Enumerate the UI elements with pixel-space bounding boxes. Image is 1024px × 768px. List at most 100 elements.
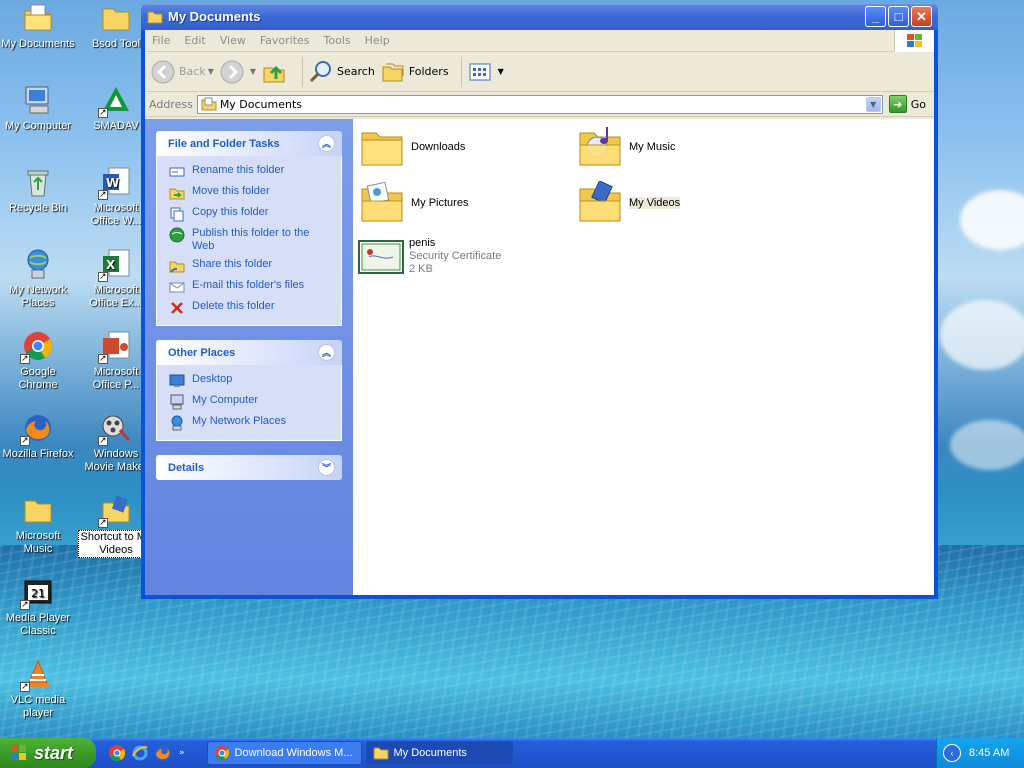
menu-file[interactable]: File xyxy=(145,34,177,47)
folder-icon xyxy=(100,2,132,34)
panel-title: Details xyxy=(168,461,205,474)
task-label: Download Windows M... xyxy=(234,747,353,759)
menu-view[interactable]: View xyxy=(213,34,253,47)
forward-dropdown-icon[interactable]: ▼ xyxy=(250,67,256,76)
close-button[interactable]: ✕ xyxy=(911,6,932,27)
file-item-my-pictures[interactable]: My Pictures xyxy=(359,181,468,225)
back-button[interactable]: Back ▼ xyxy=(151,60,214,84)
task-delete-folder[interactable]: Delete this folder xyxy=(169,300,333,316)
desktop-icon-label: Recycle Bin xyxy=(8,202,68,214)
file-item-my-videos[interactable]: My Videos xyxy=(577,180,681,225)
maximize-button[interactable]: □ xyxy=(888,6,909,27)
panel-header[interactable]: File and Folder Tasks ︽ xyxy=(156,131,342,156)
system-tray: ‹ 8:45 AM xyxy=(936,738,1024,768)
go-label: Go xyxy=(910,97,926,111)
task-publish-web[interactable]: Publish this folder to the Web xyxy=(169,227,333,253)
desktop-icon-microsoft-music[interactable]: Microsoft Music xyxy=(0,494,76,556)
file-item-my-music[interactable]: My Music xyxy=(577,125,675,169)
publish-web-icon xyxy=(169,227,185,243)
svg-text:W: W xyxy=(106,176,119,190)
back-dropdown-icon[interactable]: ▼ xyxy=(208,67,214,76)
place-my-computer[interactable]: My Computer xyxy=(169,394,333,410)
go-button[interactable]: ➜ Go xyxy=(888,95,926,113)
menu-edit[interactable]: Edit xyxy=(177,34,212,47)
menu-tools[interactable]: Tools xyxy=(317,34,358,47)
taskbar-item-chrome[interactable]: Download Windows M... xyxy=(206,741,362,765)
desktop-icon-label: Mozilla Firefox xyxy=(2,448,74,460)
task-copy-folder[interactable]: Copy this folder xyxy=(169,206,333,222)
powerpoint-icon xyxy=(98,330,132,365)
desktop-icon-recycle-bin[interactable]: Recycle Bin xyxy=(0,166,76,215)
panel-header[interactable]: Details ︾ xyxy=(156,455,342,480)
desktop-icon-label: My Documents xyxy=(1,38,75,50)
wallpaper-cloud xyxy=(960,190,1024,250)
firefox-icon xyxy=(20,412,54,447)
music-folder-icon xyxy=(577,125,625,169)
internet-explorer-icon[interactable] xyxy=(131,744,149,762)
desktop-icon-label: Media Player Classic xyxy=(5,612,71,637)
task-move-folder[interactable]: Move this folder xyxy=(169,185,333,201)
desktop-icon-my-documents[interactable]: My Documents xyxy=(0,2,76,51)
expand-chevron-icon[interactable]: ︾ xyxy=(318,459,335,476)
task-share-folder[interactable]: Share this folder xyxy=(169,258,333,274)
search-label: Search xyxy=(337,65,375,78)
desktop-icon-network-places[interactable]: My Network Places xyxy=(0,248,76,310)
panel-header[interactable]: Other Places ︽ xyxy=(156,340,342,365)
my-documents-icon xyxy=(201,97,217,111)
start-button[interactable]: start xyxy=(0,738,96,768)
back-label: Back xyxy=(179,65,206,78)
views-dropdown-icon[interactable]: ▼ xyxy=(498,67,504,76)
views-button[interactable]: ▼ xyxy=(468,60,504,84)
folder-icon xyxy=(373,745,389,761)
vlc-icon xyxy=(20,658,54,693)
address-dropdown-icon[interactable]: ▼ xyxy=(865,96,881,112)
panel-title: Other Places xyxy=(168,346,236,359)
collapse-chevron-icon[interactable]: ︽ xyxy=(318,135,335,152)
search-icon xyxy=(309,60,333,84)
desktop-icon-vlc[interactable]: VLC media player xyxy=(0,658,76,720)
delete-icon xyxy=(169,300,185,316)
task-pane: File and Folder Tasks ︽ Rename this fold… xyxy=(145,119,353,595)
panel-title: File and Folder Tasks xyxy=(168,137,280,150)
task-rename-folder[interactable]: Rename this folder xyxy=(169,164,333,180)
firefox-icon[interactable] xyxy=(154,744,172,762)
show-hidden-icons-chevron-icon[interactable]: ‹ xyxy=(943,744,961,762)
file-item-downloads[interactable]: Downloads xyxy=(359,125,465,169)
videos-folder-icon xyxy=(577,180,625,225)
desktop-icon-google-chrome[interactable]: Google Chrome xyxy=(0,330,76,392)
menu-help[interactable]: Help xyxy=(358,34,397,47)
address-field[interactable]: My Documents ▼ xyxy=(196,94,883,114)
quick-launch-more-icon[interactable]: » xyxy=(179,748,185,758)
views-icon xyxy=(468,60,492,84)
file-item-certificate[interactable]: penis Security Certificate 2 KB xyxy=(357,237,501,277)
word-icon: W xyxy=(98,166,132,201)
folders-button[interactable]: Folders xyxy=(381,60,449,84)
forward-button[interactable]: ▼ xyxy=(220,60,256,84)
desktop-icon-media-player-classic[interactable]: 21 Media Player Classic xyxy=(0,576,76,638)
other-places-panel: Other Places ︽ Desktop My Computer My Ne… xyxy=(156,340,342,441)
my-documents-icon xyxy=(22,2,54,34)
minimize-button[interactable]: _ xyxy=(865,6,886,27)
place-desktop[interactable]: Desktop xyxy=(169,373,333,389)
desktop-icon-label: My Network Places xyxy=(8,284,68,309)
desktop-icon-my-computer[interactable]: My Computer xyxy=(0,84,76,133)
chrome-icon[interactable] xyxy=(108,744,126,762)
windows-logo-icon xyxy=(894,30,934,52)
file-size: 2 KB xyxy=(409,263,433,275)
folder-icon xyxy=(22,494,54,526)
file-name: My Videos xyxy=(629,197,681,209)
desktop-icon-mozilla-firefox[interactable]: Mozilla Firefox xyxy=(0,412,76,461)
move-folder-icon xyxy=(169,185,185,201)
menu-bar: File Edit View Favorites Tools Help xyxy=(145,30,934,52)
up-folder-button[interactable] xyxy=(262,60,290,84)
window-titlebar[interactable]: My Documents _ □ ✕ xyxy=(141,3,938,30)
menu-favorites[interactable]: Favorites xyxy=(253,34,317,47)
task-email-files[interactable]: E-mail this folder's files xyxy=(169,279,333,295)
search-button[interactable]: Search xyxy=(309,60,375,84)
file-name: My Music xyxy=(629,141,676,153)
clock[interactable]: 8:45 AM xyxy=(969,747,1009,759)
taskbar: start » Download Windows M... My Documen… xyxy=(0,738,1024,768)
taskbar-item-my-documents[interactable]: My Documents xyxy=(365,741,513,765)
collapse-chevron-icon[interactable]: ︽ xyxy=(318,344,335,361)
place-network[interactable]: My Network Places xyxy=(169,415,333,431)
